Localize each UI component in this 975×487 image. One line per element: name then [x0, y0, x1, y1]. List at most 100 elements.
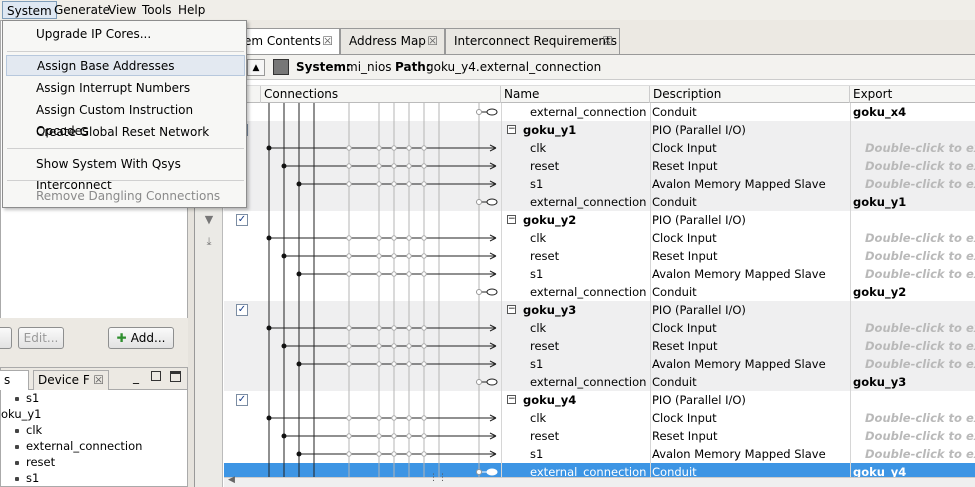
tab-device-family-label: Device F — [38, 373, 90, 387]
open-node — [391, 343, 397, 349]
export-cell[interactable] — [865, 391, 975, 409]
tree-item[interactable]: external_connection — [15, 438, 142, 454]
menu-item-assign-interrupt-numbers[interactable]: Assign Interrupt Numbers — [6, 78, 245, 99]
close-icon[interactable]: ☒ — [322, 29, 333, 53]
open-node — [406, 451, 412, 457]
tab-hierarchy[interactable]: s — [0, 370, 29, 390]
tab-address-map[interactable]: Address Map ☒ — [340, 28, 445, 54]
export-cell[interactable]: goku_y1 — [853, 193, 973, 211]
open-node — [376, 253, 382, 259]
tree-dot-icon — [15, 428, 19, 433]
tree-item[interactable]: reset — [15, 454, 55, 470]
name-cell: external_connection — [530, 285, 647, 299]
export-cell[interactable]: Double-click to expo — [865, 229, 975, 247]
menu-item-create-global-reset-network[interactable]: Create Global Reset Network — [6, 122, 245, 143]
tree-item[interactable]: s1 — [15, 470, 39, 486]
name-cell: reset — [530, 339, 560, 353]
partial-button[interactable] — [0, 327, 12, 349]
export-cell[interactable] — [865, 121, 975, 139]
close-icon[interactable]: ☒ — [427, 29, 438, 53]
tree-item[interactable]: s1 — [15, 390, 39, 406]
export-cell[interactable]: goku_y4 — [853, 463, 973, 477]
export-cell[interactable]: Double-click to expo — [865, 409, 975, 427]
open-node — [346, 343, 352, 349]
move-bottom-icon[interactable]: ⤓ — [203, 236, 215, 247]
tab-interconnect-requirements[interactable]: Interconnect Requirements ☒ — [445, 28, 620, 54]
column-header-description[interactable]: Description — [650, 86, 850, 103]
menu-help[interactable]: Help — [174, 1, 209, 19]
tree-item[interactable]: clk — [15, 422, 42, 438]
open-node — [421, 343, 427, 349]
open-node — [376, 451, 382, 457]
float-icon[interactable] — [151, 371, 161, 381]
close-icon[interactable]: ☒ — [93, 371, 104, 389]
menu-item-assign-custom-instruction-opcodes[interactable]: Assign Custom Instruction Opcodes — [6, 100, 245, 138]
export-cell[interactable]: Double-click to expo — [865, 157, 975, 175]
export-cell[interactable]: goku_y2 — [853, 283, 973, 301]
menu-system[interactable]: System — [2, 1, 57, 19]
scroll-grip-icon[interactable]: ⋮⋮ — [429, 473, 447, 483]
export-cell[interactable]: Double-click to expo — [865, 175, 975, 193]
connection-graph — [266, 103, 498, 477]
menu-item-upgrade-ip-cores[interactable]: Upgrade IP Cores... — [6, 24, 245, 45]
description-cell: Avalon Memory Mapped Slave — [652, 267, 826, 281]
up-arrow-icon[interactable]: ▲ — [247, 59, 265, 76]
export-cell[interactable]: Double-click to expo — [865, 265, 975, 283]
tree-item-label: s1 — [26, 391, 40, 405]
tab-system-contents[interactable]: em Contents ☒ — [235, 28, 340, 54]
name-cell: goku_y1 — [523, 123, 577, 137]
open-node — [421, 361, 427, 367]
export-cell[interactable]: Double-click to expo — [865, 139, 975, 157]
open-node — [406, 415, 412, 421]
scroll-left-icon[interactable]: ◀ — [228, 475, 235, 485]
add-button-label: Add... — [130, 331, 166, 345]
move-down-icon[interactable]: ▼ — [203, 214, 215, 225]
open-node — [391, 433, 397, 439]
export-cell[interactable] — [865, 211, 975, 229]
open-node — [376, 361, 382, 367]
description-cell: Reset Input — [652, 249, 718, 263]
description-cell: Conduit — [652, 465, 697, 477]
description-cell: Clock Input — [652, 411, 717, 425]
export-cell[interactable]: Double-click to expo — [865, 319, 975, 337]
tree-item[interactable]: oku_y1 — [1, 406, 42, 422]
export-cell[interactable]: goku_y3 — [853, 373, 973, 391]
export-cell[interactable]: Double-click to expo — [865, 427, 975, 445]
open-node — [376, 343, 382, 349]
menu-view[interactable]: View — [104, 1, 140, 19]
tab-device-family[interactable]: Device F ☒ — [33, 370, 109, 390]
export-cell[interactable]: Double-click to expo — [865, 337, 975, 355]
open-node — [346, 271, 352, 277]
maximize-icon[interactable] — [170, 371, 181, 382]
menu-tools[interactable]: Tools — [138, 1, 176, 19]
library-buttons: Edit... ✚ Add... — [0, 318, 188, 363]
close-icon[interactable]: ☒ — [602, 29, 613, 53]
name-cell: reset — [530, 159, 560, 173]
export-cell[interactable] — [865, 301, 975, 319]
menu-item-show-system-with-qsys-interconnect[interactable]: Show System With Qsys Interconnect — [6, 154, 245, 192]
path-value: goku_y4.external_connection — [426, 60, 602, 74]
add-button[interactable]: ✚ Add... — [108, 327, 174, 349]
conduit-port — [486, 468, 498, 476]
edit-button[interactable]: Edit... — [18, 327, 64, 349]
column-header-name[interactable]: Name — [501, 86, 650, 103]
conduit-node — [476, 379, 482, 385]
minimize-icon[interactable]: _ — [133, 370, 139, 384]
open-node — [421, 415, 427, 421]
export-cell[interactable]: Double-click to expo — [865, 247, 975, 265]
open-node — [346, 451, 352, 457]
export-cell[interactable]: Double-click to expo — [865, 355, 975, 373]
horizontal-scrollbar[interactable]: ◀ ⋮⋮ — [224, 473, 975, 487]
open-node — [406, 433, 412, 439]
system-icon — [273, 59, 289, 75]
name-cell: clk — [530, 231, 547, 245]
name-cell: s1 — [530, 357, 544, 371]
export-cell[interactable]: Double-click to expo — [865, 445, 975, 463]
description-cell: PIO (Parallel I/O) — [652, 303, 746, 317]
export-cell[interactable]: goku_x4 — [853, 103, 973, 121]
open-node — [391, 181, 397, 187]
menu-item-assign-base-addresses[interactable]: Assign Base Addresses — [6, 55, 245, 76]
open-node — [406, 343, 412, 349]
column-header-export[interactable]: Export — [850, 86, 975, 103]
description-cell: PIO (Parallel I/O) — [652, 123, 746, 137]
